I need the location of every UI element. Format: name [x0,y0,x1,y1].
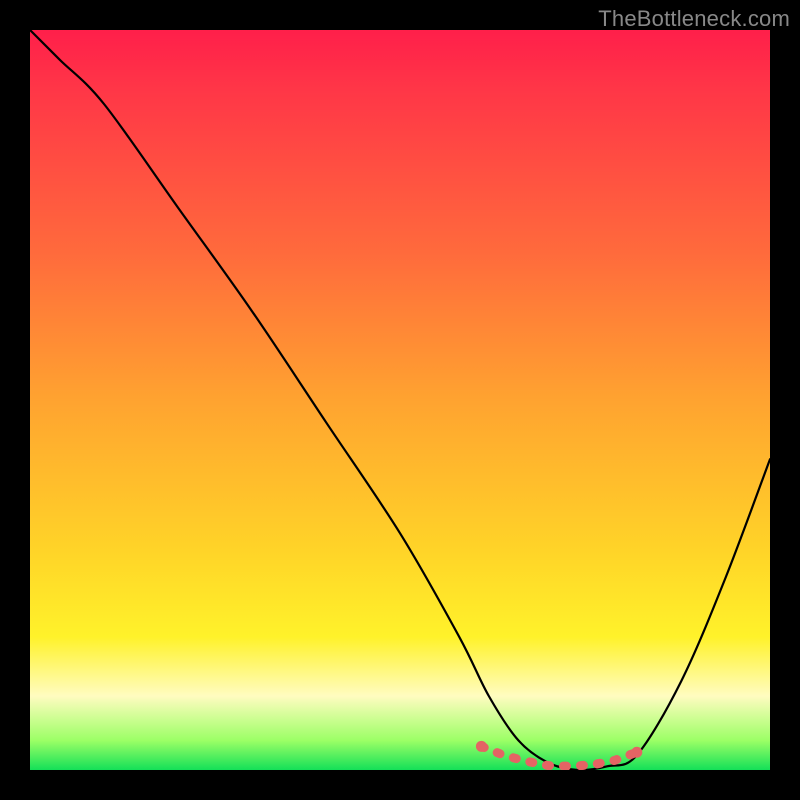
curve-layer [30,30,770,770]
watermark-text: TheBottleneck.com [598,6,790,32]
optimal-range-endpoint [631,747,642,758]
optimal-range-endpoint [476,741,487,752]
chart-container: TheBottleneck.com [0,0,800,800]
plot-area [30,30,770,770]
optimal-range-segment [481,746,636,766]
optimal-range-markers [476,741,642,766]
bottleneck-curve [30,30,770,770]
